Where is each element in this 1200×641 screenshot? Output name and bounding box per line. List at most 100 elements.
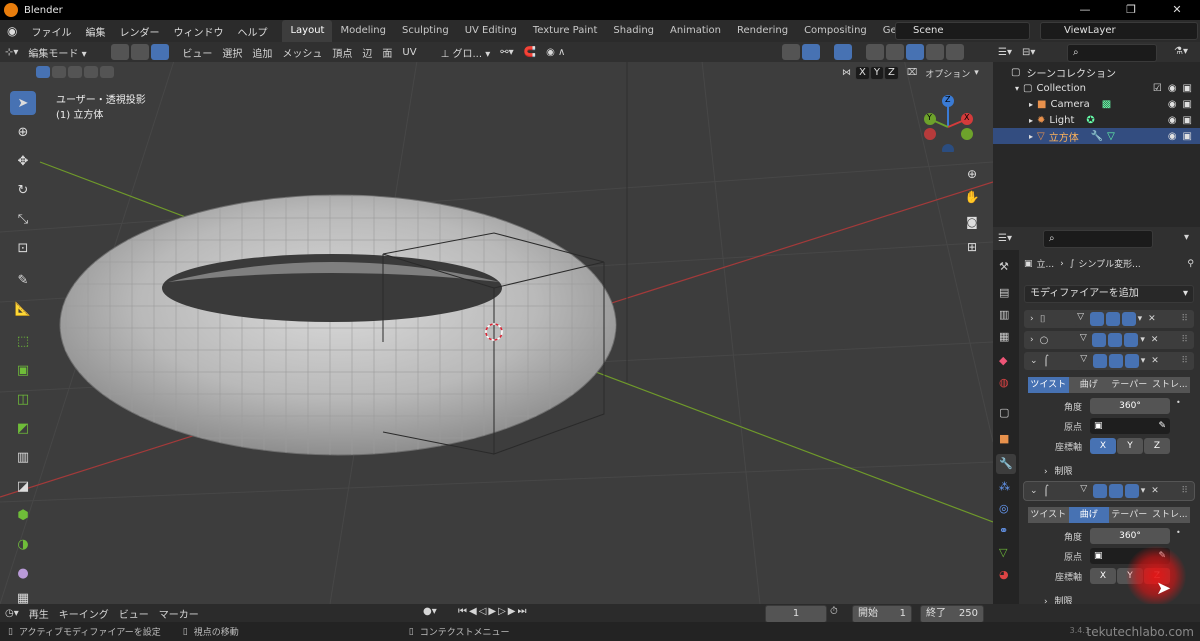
spin-tool-icon[interactable]: ◑ <box>10 532 36 556</box>
edit-mode-toggle-icon[interactable]: ▽ <box>1076 484 1091 498</box>
shading-rendered-icon[interactable] <box>946 44 964 60</box>
extrude-tool-icon[interactable]: ▣ <box>10 358 36 382</box>
world-tab-icon[interactable]: ◍ <box>999 376 1009 389</box>
modifier-row[interactable]: › ⌷ ▽ ▾ ✕ ⠿ <box>1024 310 1194 328</box>
tab-rendering[interactable]: Rendering <box>729 20 796 42</box>
viewport-toggle-icon[interactable] <box>1108 484 1123 498</box>
pin-icon[interactable]: ⚲ <box>1187 259 1194 269</box>
eye-icon[interactable]: ◉ <box>1168 131 1177 142</box>
render-camera-icon[interactable]: ▣ <box>1183 99 1192 110</box>
tab-twist[interactable]: ツイスト <box>1028 377 1069 393</box>
mirror-x-toggle[interactable]: X <box>855 66 870 80</box>
xray-wrench-icon[interactable]: ⌧ <box>907 68 917 78</box>
display-mode-icon[interactable]: ⊟▾ <box>1017 47 1040 58</box>
select-subtract-icon[interactable] <box>68 66 82 78</box>
face-select-icon[interactable] <box>151 44 170 60</box>
eye-icon[interactable]: ◉ <box>1168 115 1177 126</box>
constraints-tab-icon[interactable]: ⚭ <box>999 524 1008 537</box>
3d-viewport[interactable]: ユーザー・透視投影 (1) 立方体 Z X Y ⊕ ✋ ◙ ⊞ ➤ ⊕ ✥ ↻ … <box>0 42 993 604</box>
limits-panel[interactable]: › 制限 <box>1044 464 1073 477</box>
tab-bend[interactable]: 曲げ <box>1068 377 1109 393</box>
gizmo-toggle-icon[interactable] <box>802 44 820 60</box>
shading-solid-icon[interactable] <box>906 44 924 60</box>
editor-type-icon[interactable]: ⊹▾ <box>0 47 23 58</box>
render-camera-icon[interactable]: ▣ <box>1183 83 1192 94</box>
cage-toggle-icon[interactable] <box>1092 484 1107 498</box>
modifier-row[interactable]: ⌄ ⌠ ▽ ▾ ✕ ⠿ <box>1023 481 1195 501</box>
render-toggle-icon[interactable] <box>1121 312 1136 326</box>
eye-icon[interactable]: ◉ <box>1168 83 1177 94</box>
annotate-tool-icon[interactable]: ✎ <box>10 268 36 292</box>
menu-keying[interactable]: キーイング <box>54 606 114 621</box>
overlay-toggle-icon[interactable] <box>834 44 852 60</box>
tab-animation[interactable]: Animation <box>662 20 729 42</box>
torus-mesh[interactable] <box>59 194 617 456</box>
eye-icon[interactable]: ◉ <box>1168 99 1177 110</box>
scene-selector[interactable]: Scene <box>895 22 1030 40</box>
menu-render[interactable]: レンダー <box>112 24 166 39</box>
menu-add[interactable]: 追加 <box>247 45 277 60</box>
tab-taper[interactable]: テーパー <box>1109 507 1150 523</box>
bevel-tool-icon[interactable]: ◩ <box>10 416 36 440</box>
tab-modeling[interactable]: Modeling <box>332 20 394 42</box>
move-tool-icon[interactable]: ✥ <box>10 149 36 173</box>
blender-menu-icon[interactable]: ◉ <box>0 24 24 38</box>
menu-vertex[interactable]: 頂点 <box>327 45 357 60</box>
menu-view[interactable]: ビュー <box>177 45 217 60</box>
close-icon[interactable]: ✕ <box>1151 486 1159 496</box>
transform-orientation-selector[interactable]: ⊥ グロ... ▾ <box>436 45 496 60</box>
snap-icon[interactable]: 🧲 <box>519 47 541 58</box>
drag-handle-icon[interactable]: ⠿ <box>1181 486 1188 496</box>
expand-arrow-icon[interactable]: ▾ <box>1015 84 1019 93</box>
drag-handle-icon[interactable]: ⠿ <box>1181 335 1188 345</box>
expand-arrow-icon[interactable]: ▸ <box>1029 116 1033 125</box>
inset-tool-icon[interactable]: ◫ <box>10 387 36 411</box>
tab-texture-paint[interactable]: Texture Paint <box>525 20 606 42</box>
tab-stretch[interactable]: ストレ... <box>1149 377 1190 393</box>
tab-layout[interactable]: Layout <box>282 20 333 42</box>
tab-sculpting[interactable]: Sculpting <box>394 20 457 42</box>
current-frame-field[interactable]: 1 <box>765 605 827 623</box>
viewport-toggle-icon[interactable] <box>1105 312 1120 326</box>
cage-toggle-icon[interactable] <box>1092 354 1107 368</box>
select-extend-icon[interactable] <box>52 66 66 78</box>
properties-search-input[interactable]: ⌕ <box>1043 230 1153 248</box>
outliner-item-light[interactable]: ▸ ✹ Light ✪ ◉ ▣ <box>993 112 1200 128</box>
pan-hand-icon[interactable]: ✋ <box>962 187 982 207</box>
filter-icon[interactable]: ⚗▾ <box>1169 46 1193 57</box>
scene-tab-icon[interactable]: ◆ <box>999 354 1007 367</box>
visibility-icon[interactable] <box>782 44 800 60</box>
keyframe-dot-icon[interactable]: • <box>1176 398 1181 407</box>
mirror-y-toggle[interactable]: Y <box>869 66 884 80</box>
shear-tool-icon[interactable]: ▦ <box>10 586 36 605</box>
options-dropdown[interactable]: オプション <box>925 67 970 80</box>
camera-view-icon[interactable]: ◙ <box>962 212 982 232</box>
select-intersect-icon[interactable] <box>100 66 114 78</box>
tab-uv-editing[interactable]: UV Editing <box>457 20 525 42</box>
add-modifier-button[interactable]: モディファイアーを追加 ▾ <box>1024 285 1194 303</box>
record-button[interactable]: ●▾ <box>423 606 437 617</box>
menu-edit[interactable]: 編集 <box>78 24 112 39</box>
menu-face[interactable]: 面 <box>377 45 397 60</box>
transform-tool-icon[interactable]: ⊡ <box>10 236 36 260</box>
axis-y-button[interactable]: Y <box>1117 438 1143 454</box>
menu-timeline-view[interactable]: ビュー <box>114 606 154 621</box>
select-invert-icon[interactable] <box>84 66 98 78</box>
object-tab-icon[interactable]: ■ <box>999 432 1009 445</box>
drag-handle-icon[interactable]: ⠿ <box>1181 356 1188 366</box>
outliner-item-camera[interactable]: ▸ ■ Camera ▩ ◉ ▣ <box>993 96 1200 112</box>
cursor-tool-icon[interactable]: ⊕ <box>10 120 36 144</box>
modifier-row[interactable]: › ○ ▽ ▾ ✕ ⠿ <box>1024 331 1194 349</box>
collection-row[interactable]: ▾ ▢ Collection ☑ ◉ ▣ <box>993 80 1200 96</box>
close-icon[interactable]: ✕ <box>1151 335 1159 345</box>
chevron-down-icon[interactable]: ▾ <box>1141 486 1146 496</box>
tab-shading[interactable]: Shading <box>605 20 662 42</box>
mirror-z-toggle[interactable]: Z <box>883 66 899 80</box>
properties-editor-icon[interactable]: ☰▾ <box>993 233 1017 244</box>
xray-toggle-icon[interactable] <box>866 44 884 60</box>
loop-cut-tool-icon[interactable]: ▥ <box>10 445 36 469</box>
playback-controls[interactable]: ⏮◀◁▶▷▶⏭ <box>458 606 528 617</box>
outliner-item-cube[interactable]: ▸ ▽ 立方体 🔧 ▽ ◉ ▣ <box>993 128 1200 144</box>
add-cube-tool-icon[interactable]: ⬚ <box>10 329 36 353</box>
cage-toggle-icon[interactable] <box>1089 312 1104 326</box>
